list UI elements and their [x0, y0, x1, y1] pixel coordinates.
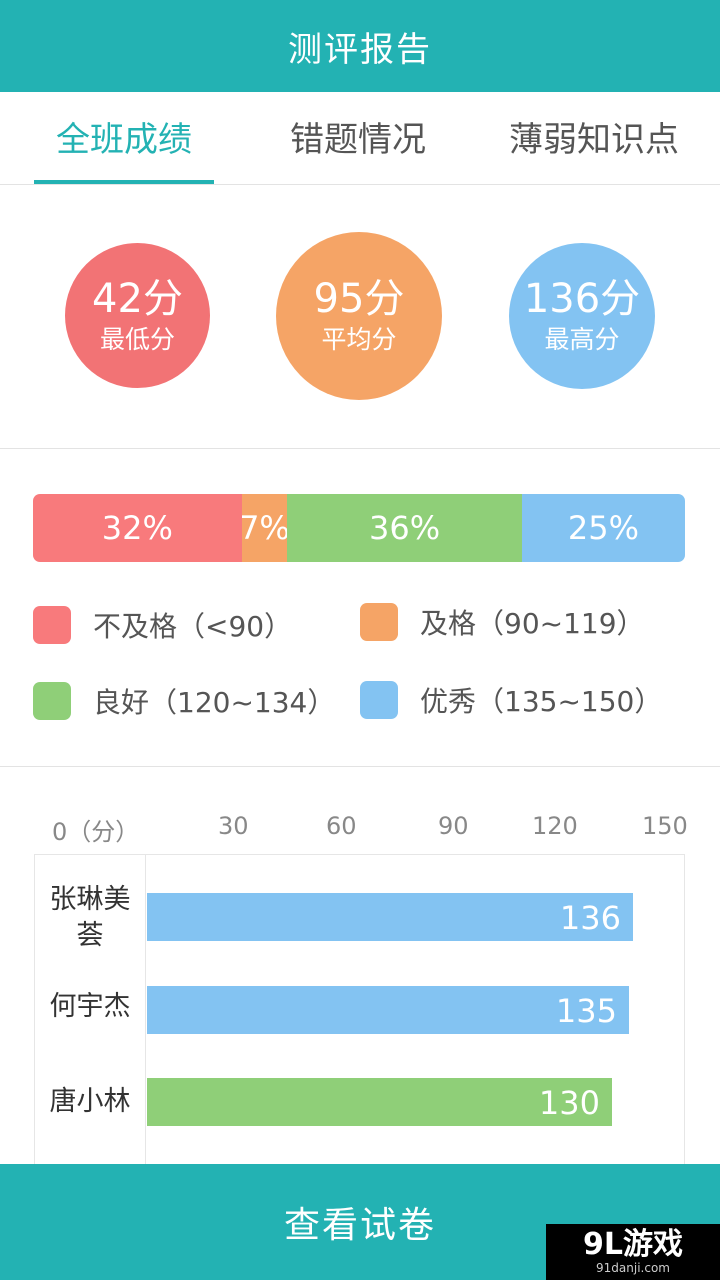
legend-swatch-excellent	[360, 681, 398, 719]
legend-label-excellent: 优秀（135~150）	[420, 685, 663, 718]
site-watermark: 9L游戏 91danji.com	[546, 1224, 720, 1280]
section-divider	[0, 448, 720, 449]
tab-bar: 全班成绩 错题情况 薄弱知识点	[0, 92, 720, 185]
legend-excellent: 优秀（135~150）	[360, 680, 662, 720]
legend-swatch-good	[33, 682, 71, 720]
max-score-value: 136分	[523, 276, 641, 322]
legend-label-fail: 不及格（<90）	[93, 610, 293, 643]
x-tick-label-90: 90	[438, 812, 469, 840]
page-title-bar: 测评报告	[0, 0, 720, 92]
view-paper-button-label: 查看试卷	[283, 1205, 436, 1246]
active-tab-indicator	[34, 180, 214, 184]
chart-name-column-divider	[145, 854, 146, 1184]
score-bar: 136	[147, 893, 633, 941]
x-tick-label-150: 150	[642, 812, 688, 840]
x-tick-label-60: 60	[326, 812, 357, 840]
avg-score-value: 95分	[313, 276, 405, 322]
segment-good: 36%	[287, 494, 522, 562]
tab-wrong-questions[interactable]: 错题情况	[268, 92, 448, 184]
x-tick-label-120: 120	[532, 812, 578, 840]
legend-label-pass: 及格（90~119）	[420, 607, 645, 640]
student-name: 唐小林	[49, 1086, 131, 1117]
student-name: 张琳美荟	[49, 884, 131, 951]
legend-good: 良好（120~134）	[33, 681, 335, 721]
score-bar: 130	[147, 1078, 612, 1126]
grade-distribution-bar: 32% 7% 36% 25%	[33, 494, 685, 562]
avg-score-label: 平均分	[321, 325, 397, 354]
max-score-circle: 136分 最高分	[509, 243, 655, 389]
legend-label-good: 良好（120~134）	[93, 686, 336, 719]
tab-class-scores[interactable]: 全班成绩	[34, 92, 214, 184]
segment-excellent: 25%	[521, 494, 685, 562]
legend-swatch-pass	[360, 603, 398, 641]
max-score-label: 最高分	[544, 325, 620, 354]
segment-fail: 32%	[33, 494, 242, 562]
watermark-url: 91danji.com	[596, 1261, 670, 1275]
student-name: 何宇杰	[49, 991, 131, 1022]
x-tick-label-30: 30	[218, 812, 249, 840]
avg-score-circle: 95分 平均分	[276, 232, 442, 400]
legend-pass: 及格（90~119）	[360, 602, 645, 642]
min-score-value: 42分	[92, 275, 183, 322]
section-divider	[0, 766, 720, 767]
min-score-label: 最低分	[99, 324, 175, 354]
score-bar: 135	[147, 986, 629, 1034]
x-tick-label-0: 0（分）	[52, 818, 140, 846]
legend-swatch-fail	[33, 606, 71, 644]
page-title: 测评报告	[288, 29, 432, 70]
watermark-logo: 9L游戏	[583, 1227, 683, 1262]
min-score-circle: 42分 最低分	[65, 243, 210, 388]
legend-fail: 不及格（<90）	[33, 605, 292, 645]
tab-weak-knowledge[interactable]: 薄弱知识点	[494, 92, 694, 184]
segment-pass: 7%	[241, 494, 288, 562]
